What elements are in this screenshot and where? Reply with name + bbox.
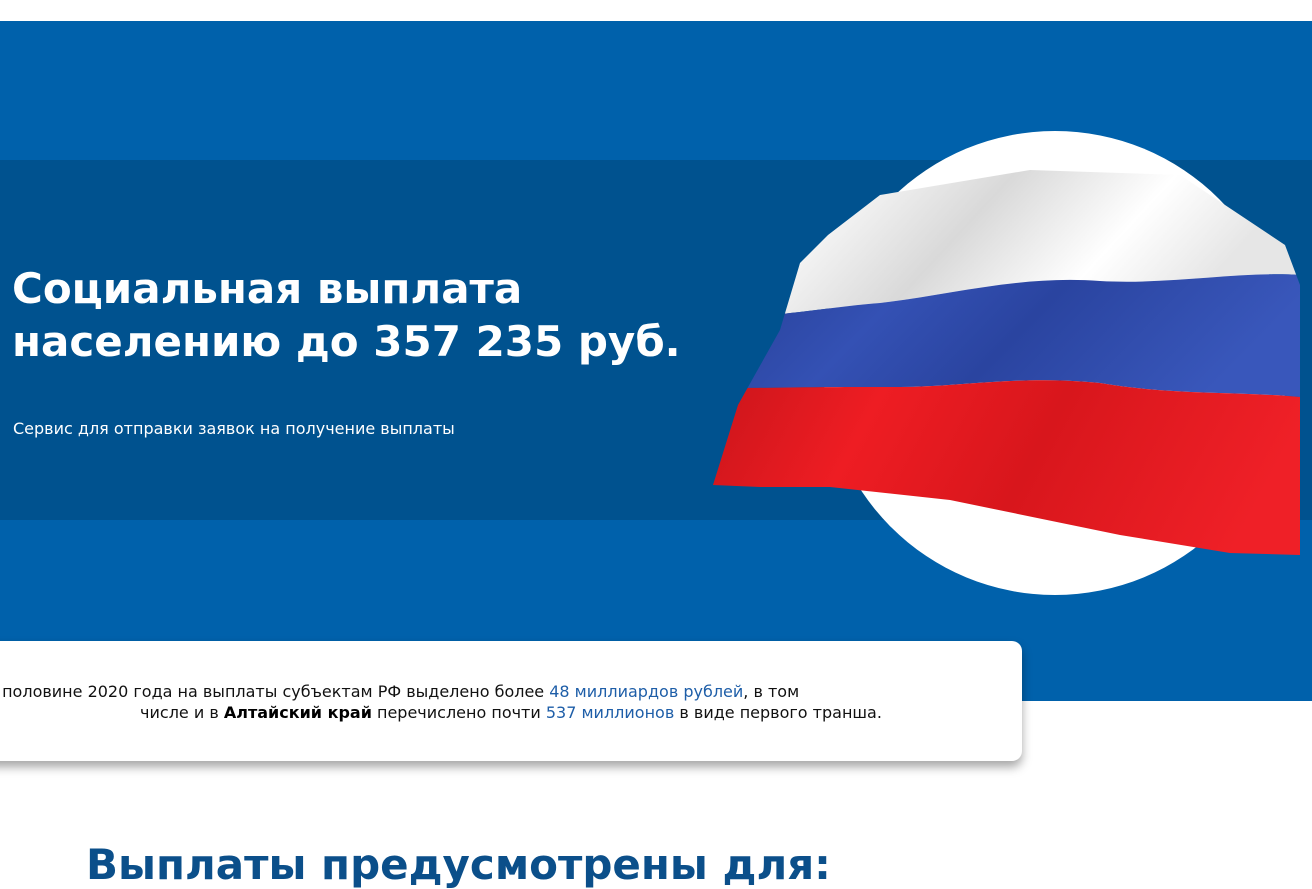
info-text: ой половине 2020 года на выплаты субъект… — [0, 681, 1022, 723]
region-name: Алтайский край — [223, 703, 372, 722]
transferred-amount: 537 миллионов — [545, 703, 675, 722]
section-title: Выплаты предусмотрены для: — [86, 840, 831, 889]
hero-title-line-2: населению до 357 235 руб. — [12, 317, 681, 366]
hero-subtitle: Сервис для отправки заявок на получение … — [13, 419, 455, 438]
info-line-1: ой половине 2020 года на выплаты субъект… — [0, 681, 1022, 702]
hero-title: Социальная выплата населению до 357 235 … — [12, 262, 772, 368]
russian-flag-image — [700, 125, 1300, 605]
info-text-part: числе и в — [140, 703, 224, 722]
info-text-part: ой половине 2020 года на выплаты субъект… — [0, 682, 550, 701]
flag-blue-stripe — [713, 274, 1300, 397]
info-line-2: числе и в Алтайский край перечислено поч… — [0, 702, 1022, 723]
hero-title-line-1: Социальная выплата — [12, 264, 523, 313]
allocated-amount: 48 миллиардов рублей — [549, 682, 744, 701]
info-text-part: в виде первого транша. — [674, 703, 882, 722]
info-text-part: , в том — [743, 682, 800, 701]
info-text-part: перечислено почти — [371, 703, 546, 722]
flag-svg — [713, 131, 1300, 595]
